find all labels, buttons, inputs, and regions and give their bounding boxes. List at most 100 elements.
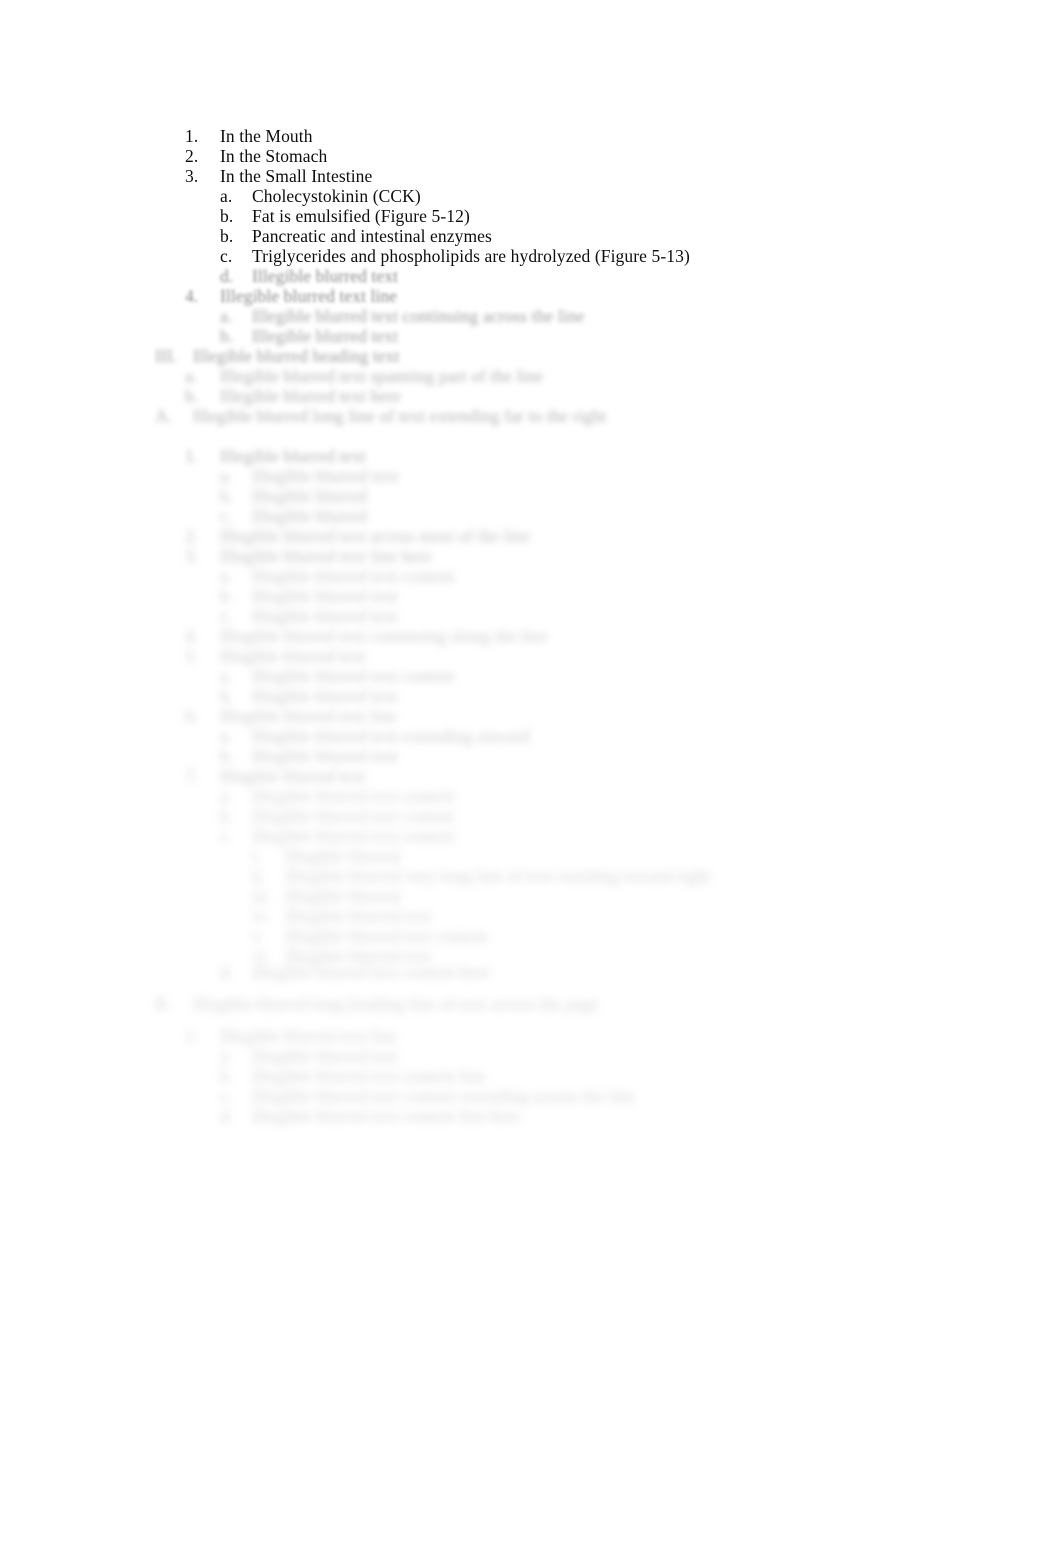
outline-line: 4. Illegible blurred text line xyxy=(185,286,397,306)
list-marker: 4. xyxy=(185,286,199,306)
list-marker: a. xyxy=(220,306,233,326)
list-marker: B. xyxy=(155,994,172,1014)
outline-line-text: Triglycerides and phospholipids are hydr… xyxy=(252,246,690,266)
outline-line-text: Illegible blurred text content extending… xyxy=(252,1086,636,1106)
outline-line-text: Illegible blurred text line xyxy=(220,286,398,306)
outline-line: 1. In the Mouth xyxy=(185,126,313,146)
outline-line: 7. Illegible blurred text xyxy=(185,766,366,786)
outline-line-text: Illegible blurred text xyxy=(285,906,432,926)
outline-line-text: Illegible blurred long heading line of t… xyxy=(193,994,599,1014)
list-marker: 7. xyxy=(185,766,199,786)
outline-line-text: Illegible blurred text line here xyxy=(220,546,433,566)
outline-line: iv. Illegible blurred text xyxy=(252,906,431,926)
outline-line-text: Cholecystokinin (CCK) xyxy=(252,186,421,206)
outline-line-text: Illegible blurred xyxy=(252,486,367,506)
list-marker: b. xyxy=(220,326,234,346)
outline-line-text: Illegible blurred text content xyxy=(252,666,455,686)
outline-line: b. Illegible blurred text xyxy=(220,686,398,706)
list-marker: ii. xyxy=(252,866,267,886)
outline-line-text: Illegible blurred heading text xyxy=(193,346,400,366)
list-marker: 2. xyxy=(185,526,199,546)
outline-line-text: Illegible blurred text content xyxy=(252,566,455,586)
outline-line-text: Illegible blurred text content xyxy=(252,826,455,846)
outline-line: c. Illegible blurred text content extendi… xyxy=(220,1086,635,1106)
list-marker: III. xyxy=(155,346,178,366)
outline-line-text: Pancreatic and intestinal enzymes xyxy=(252,226,492,246)
outline-line: b. Illegible blurred text here xyxy=(185,386,401,406)
list-marker: b. xyxy=(220,586,234,606)
outline-line: v. Illegible blurred text content xyxy=(252,926,488,946)
outline-line-text: Illegible blurred text xyxy=(252,266,399,286)
outline-line-text: Illegible blurred text xyxy=(252,606,399,626)
outline-line: a. Illegible blurred text content xyxy=(220,566,455,586)
outline-line-text: Illegible blurred text line xyxy=(220,1026,398,1046)
list-marker: b. xyxy=(185,386,199,406)
outline-line: a. Illegible blurred text continuing acro… xyxy=(220,306,584,326)
outline-line: b. Illegible blurred text xyxy=(220,326,398,346)
outline-line-text: Illegible blurred text content line xyxy=(252,1066,486,1086)
outline-line-text: Illegible blurred text xyxy=(252,586,399,606)
outline-line: b. Illegible blurred text xyxy=(220,586,398,606)
outline-line: b. Illegible blurred text content line xyxy=(220,1066,486,1086)
outline-line-text: In the Small Intestine xyxy=(220,166,373,186)
list-marker: 2. xyxy=(185,146,199,166)
outline-line-text: In the Stomach xyxy=(220,146,328,166)
outline-line: III. Illegible blurred heading text xyxy=(155,346,400,366)
outline-line: b. Fat is emulsified (Figure 5-12) xyxy=(220,206,470,226)
outline-line-text: Illegible blurred text content line here xyxy=(252,1106,521,1126)
list-marker: 3. xyxy=(185,546,199,566)
outline-line: 2. In the Stomach xyxy=(185,146,327,166)
list-marker: iv. xyxy=(252,906,270,926)
list-marker: b. xyxy=(220,746,234,766)
outline-line: ii. Illegible blurred very long line of t… xyxy=(252,866,711,886)
list-marker: a. xyxy=(220,666,233,686)
outline-line-text: Illegible blurred text content xyxy=(252,786,455,806)
list-marker: 1. xyxy=(185,1026,199,1046)
outline-line-text: Illegible blurred text xyxy=(220,646,367,666)
list-marker: c. xyxy=(220,246,233,266)
outline-line: b. Illegible blurred text xyxy=(220,746,398,766)
list-marker: a. xyxy=(220,786,233,806)
outline-line-text: Illegible blurred text xyxy=(252,466,399,486)
outline-line-text: Illegible blurred text here xyxy=(220,386,402,406)
document-page: 1. In the Mouth 2. In the Stomach 3. In the S… xyxy=(0,0,1062,1561)
outline-line-text: Illegible blurred text content xyxy=(252,806,455,826)
outline-line: a. Illegible blurred text xyxy=(220,1046,398,1066)
outline-line: A. Illegible blurred long line of text ex… xyxy=(155,406,606,426)
outline-line: a. Cholecystokinin (CCK) xyxy=(220,186,421,206)
outline-line: d. Illegible blurred text content line he… xyxy=(220,1106,521,1126)
list-marker: 4. xyxy=(185,626,199,646)
outline-line: a. Illegible blurred text xyxy=(220,466,398,486)
outline-line-text: Illegible blurred text xyxy=(252,1046,399,1066)
outline-line: d. Illegible blurred text xyxy=(220,266,398,286)
outline-line-text: Illegible blurred text content xyxy=(285,926,488,946)
outline-line-text: Illegible blurred text spanning part of … xyxy=(220,366,544,386)
outline-line: 1. Illegible blurred text line xyxy=(185,1026,397,1046)
outline-line: 2. Illegible blurred text across most of … xyxy=(185,526,530,546)
outline-line: 6. Illegible blurred text line xyxy=(185,706,397,726)
list-marker: b. xyxy=(220,226,234,246)
outline-line: B. Illegible blurred long heading line of… xyxy=(155,994,599,1014)
outline-line: iii. Illegible blurred xyxy=(252,886,400,906)
list-marker: b. xyxy=(220,486,234,506)
list-marker: iii. xyxy=(252,886,272,906)
list-marker: a. xyxy=(220,566,233,586)
outline-line: a. Illegible blurred text extending onwar… xyxy=(220,726,530,746)
outline-line-text: Illegible blurred text xyxy=(252,326,399,346)
list-marker: b. xyxy=(220,206,234,226)
list-marker: d. xyxy=(220,962,234,982)
outline-line: 1. Illegible blurred text xyxy=(185,446,366,466)
outline-line-text: Illegible blurred xyxy=(252,506,367,526)
outline-line-text: In the Mouth xyxy=(220,126,313,146)
outline-line: a. Illegible blurred text content xyxy=(220,666,455,686)
list-marker: a. xyxy=(220,1046,233,1066)
list-marker: 6. xyxy=(185,706,199,726)
outline-line: c. Triglycerides and phospholipids are hy… xyxy=(220,246,690,266)
list-marker: c. xyxy=(220,826,233,846)
list-marker: a. xyxy=(220,186,233,206)
outline-line: 3. In the Small Intestine xyxy=(185,166,372,186)
list-marker: d. xyxy=(220,266,234,286)
outline-line-text: Illegible blurred xyxy=(285,886,400,906)
outline-line: i. Illegible blurred xyxy=(252,846,400,866)
outline-line-text: Illegible blurred text extending onward xyxy=(252,726,530,746)
